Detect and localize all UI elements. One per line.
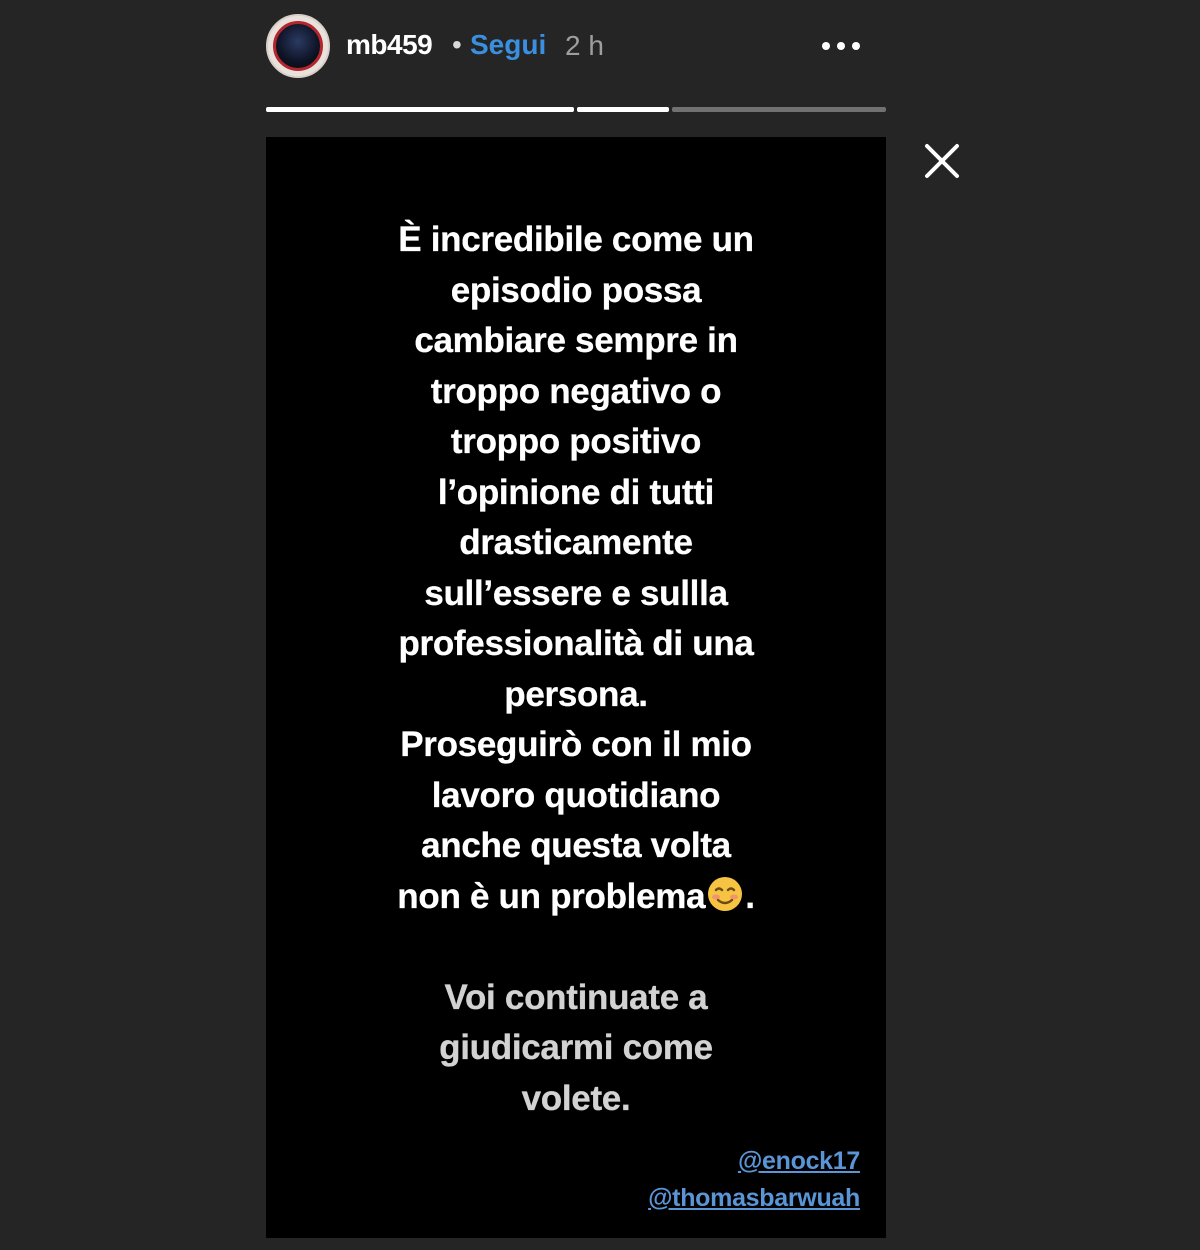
text-line: Voi continuate a <box>444 977 708 1017</box>
more-horizontal-icon <box>822 42 860 50</box>
progress-fill <box>577 107 669 112</box>
text-line: professionalità di una <box>398 624 754 663</box>
smiling-face-emoji-icon <box>708 876 743 911</box>
text-line: anche questa volta <box>421 826 731 865</box>
text-line: È incredibile come un <box>398 220 754 259</box>
close-button[interactable] <box>922 141 962 181</box>
text-line: troppo negativo o <box>430 371 722 411</box>
story-progress <box>266 107 886 112</box>
mentions: @enock17 @thomasbarwuah <box>648 1143 860 1217</box>
more-options-button[interactable] <box>818 30 868 60</box>
avatar[interactable] <box>266 14 330 78</box>
text-line: lavoro quotidiano <box>431 775 721 815</box>
text-segment: non è un problema <box>397 876 706 916</box>
story-header: mb459 • Segui 2 h <box>266 14 886 80</box>
text-line: episodio possa <box>450 270 702 310</box>
username[interactable]: mb459 <box>346 29 433 61</box>
text-line: giudicarmi come <box>439 1028 713 1067</box>
follow-button[interactable]: Segui <box>470 29 546 61</box>
text-line: sull’essere e sullla <box>424 573 728 613</box>
post-time: 2 h <box>565 30 604 61</box>
text-line: volete. <box>521 1078 631 1118</box>
story-text: È incredibile come un episodio possa cam… <box>326 215 826 1124</box>
mention-link[interactable]: @enock17 <box>648 1143 860 1180</box>
avatar-image <box>273 21 323 71</box>
progress-segment <box>672 107 886 112</box>
progress-segment <box>577 107 669 112</box>
text-line-with-emoji: non è un problema . <box>326 872 826 923</box>
close-icon <box>925 144 959 178</box>
mention-link[interactable]: @thomasbarwuah <box>648 1180 860 1217</box>
story-card[interactable]: È incredibile come un episodio possa cam… <box>266 137 886 1238</box>
text-line: troppo positivo <box>450 422 702 461</box>
text-line: Proseguirò con il mio <box>400 725 752 764</box>
progress-fill <box>266 107 574 112</box>
text-line: l’opinione di tutti <box>437 472 715 512</box>
progress-segment <box>266 107 574 112</box>
text-line: cambiare sempre in <box>414 321 738 360</box>
separator-dot: • <box>452 29 462 60</box>
text-line: persona. <box>504 674 648 714</box>
text-segment: . <box>745 876 755 916</box>
text-line: drasticamente <box>459 523 693 562</box>
